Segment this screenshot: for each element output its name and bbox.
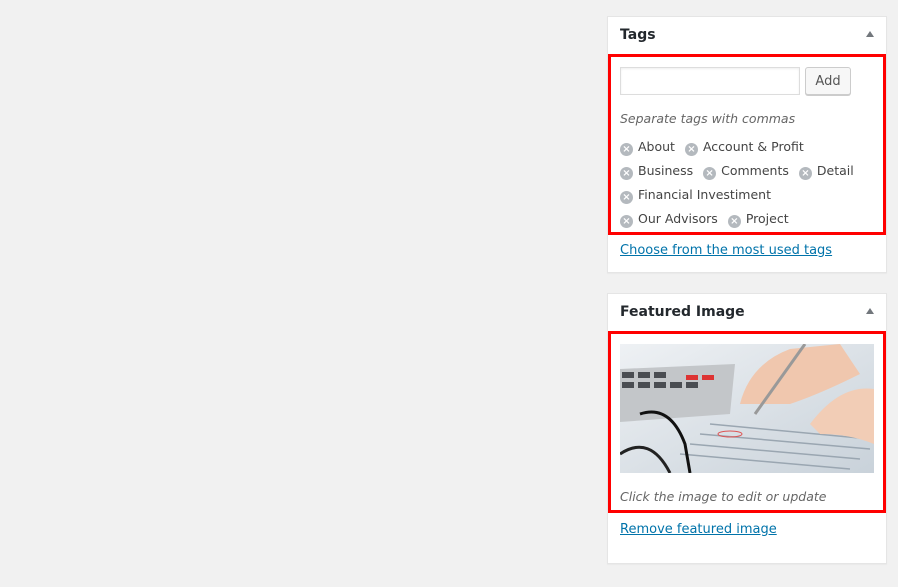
tags-hint: Separate tags with commas: [620, 111, 796, 126]
remove-tag-icon[interactable]: ×: [620, 215, 633, 228]
remove-tag-icon[interactable]: ×: [620, 143, 633, 156]
collapse-toggle-icon[interactable]: [866, 308, 874, 314]
new-tag-input[interactable]: [620, 67, 800, 95]
tag-item: × Business: [620, 159, 693, 182]
remove-tag-icon[interactable]: ×: [703, 167, 717, 180]
tag-item: × Comments: [703, 159, 789, 182]
featured-image-panel: Featured Image Click the image to edit o…: [607, 293, 887, 564]
remove-tag-icon[interactable]: ×: [798, 167, 812, 180]
tag-list: × About × Account & Profit × Business × Commen…: [620, 135, 875, 231]
featured-image-title: Featured Image: [620, 304, 745, 320]
tag-item: × Project: [727, 207, 789, 230]
remove-tag-icon[interactable]: ×: [620, 167, 633, 180]
featured-image-caption: Click the image to edit or update: [620, 489, 827, 504]
most-used-tags-link[interactable]: Choose from the most used tags: [620, 243, 832, 258]
remove-tag-icon[interactable]: ×: [684, 143, 698, 156]
tag-item: × About: [620, 135, 675, 158]
tag-item: × Account & Profit: [684, 135, 804, 158]
remove-tag-icon[interactable]: ×: [620, 191, 633, 204]
tag-item: × Financial Investiment: [620, 183, 771, 206]
remove-tag-icon[interactable]: ×: [727, 215, 741, 228]
featured-image-thumbnail[interactable]: [620, 344, 874, 473]
tag-item: × Detail: [798, 159, 854, 182]
tags-panel-title: Tags: [620, 27, 656, 43]
tag-item: × Our Advisors: [620, 207, 718, 230]
collapse-toggle-icon[interactable]: [866, 31, 874, 37]
remove-featured-image-link[interactable]: Remove featured image: [620, 522, 777, 537]
tags-panel: Tags Add Separate tags with commas × Abou…: [607, 16, 887, 273]
add-tag-button[interactable]: Add: [805, 67, 851, 95]
